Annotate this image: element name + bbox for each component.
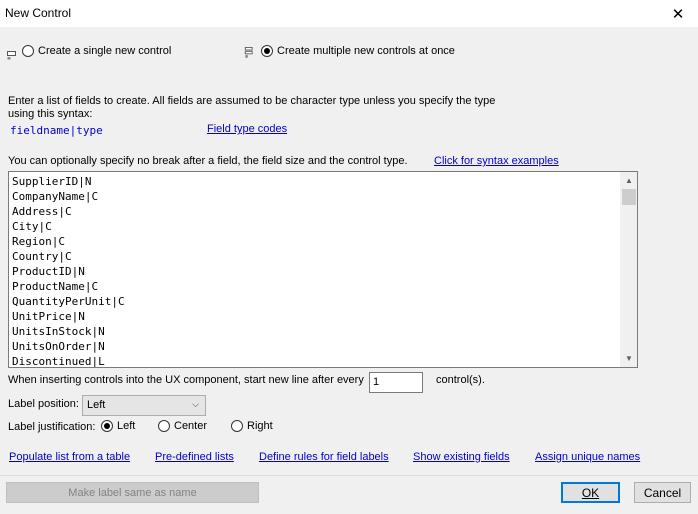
show-existing-fields-link[interactable]: Show existing fields [413,451,510,463]
instructions-line2: using this syntax: [8,108,93,120]
list-item: ProductID|N [12,265,85,278]
justify-center-option[interactable]: Center [158,420,207,432]
justify-right-option[interactable]: Right [231,420,273,432]
cancel-button-label: Cancel [643,485,682,500]
list-item: SupplierID|N [12,175,92,188]
scroll-thumb[interactable] [622,189,636,205]
list-item: Country|C [12,250,72,263]
close-button[interactable]: ✕ [658,0,698,28]
single-control-radio[interactable] [22,45,34,57]
justify-left-option[interactable]: Left [101,420,135,432]
single-control-icon [7,51,16,60]
cancel-button[interactable]: Cancel [634,482,691,503]
new-line-suffix: control(s). [436,374,485,386]
list-item: QuantityPerUnit|C [12,295,125,308]
multiple-controls-label: Create multiple new controls at once [277,45,455,57]
list-item: UnitsOnOrder|N [12,340,105,353]
list-item: City|C [12,220,52,233]
fields-textarea[interactable]: SupplierID|N CompanyName|C Address|C Cit… [8,171,638,368]
define-rules-link[interactable]: Define rules for field labels [259,451,389,463]
list-item: UnitPrice|N [12,310,85,323]
justify-right-radio[interactable] [231,420,243,432]
make-label-same-button: Make label same as name [6,482,259,503]
list-item: Region|C [12,235,65,248]
label-position-value: Left [87,399,106,411]
justify-left-radio[interactable] [101,420,113,432]
syntax-example: fieldname|type [10,124,103,137]
new-line-label: When inserting controls into the UX comp… [8,374,364,386]
new-line-count-input[interactable]: 1 [369,372,423,393]
single-control-label: Create a single new control [38,45,172,57]
scroll-down-icon[interactable]: ▼ [621,350,637,367]
list-item: Address|C [12,205,72,218]
window-title: New Control [5,6,72,20]
ok-button[interactable]: OK [561,482,620,503]
mode-multiple-option[interactable]: Create multiple new controls at once [261,45,455,57]
instructions-line1: Enter a list of fields to create. All fi… [8,95,496,107]
field-type-codes-link[interactable]: Field type codes [207,123,287,135]
predefined-lists-link[interactable]: Pre-defined lists [155,451,234,463]
assign-unique-names-link[interactable]: Assign unique names [535,451,640,463]
label-position-label: Label position: [8,398,79,410]
ok-button-label: OK [581,485,600,500]
list-item: CompanyName|C [12,190,99,203]
list-item: Discontinued|L [12,355,105,368]
mode-single-option[interactable]: Create a single new control [22,45,171,57]
label-position-select[interactable]: Left ⌵ [82,395,206,416]
list-item: ProductName|C [12,280,99,293]
footer-separator [0,475,698,476]
populate-list-link[interactable]: Populate list from a table [9,451,130,463]
justify-center-label: Center [174,420,208,432]
optional-instructions: You can optionally specify no break afte… [8,155,408,167]
title-bar: New Control ✕ [0,0,698,28]
list-item: UnitsInStock|N [12,325,105,338]
syntax-examples-link[interactable]: Click for syntax examples [434,155,559,167]
label-justification-label: Label justification: [8,421,96,433]
justify-left-label: Left [117,420,136,432]
fields-list: SupplierID|N CompanyName|C Address|C Cit… [12,174,125,368]
fields-scrollbar[interactable]: ▲ ▼ [620,172,637,367]
justify-right-label: Right [247,420,273,432]
multiple-controls-radio[interactable] [261,45,273,57]
justify-center-radio[interactable] [158,420,170,432]
chevron-down-icon: ⌵ [192,399,199,409]
scroll-up-icon[interactable]: ▲ [621,172,637,189]
close-icon: ✕ [671,6,685,23]
multiple-controls-icon [244,47,253,58]
